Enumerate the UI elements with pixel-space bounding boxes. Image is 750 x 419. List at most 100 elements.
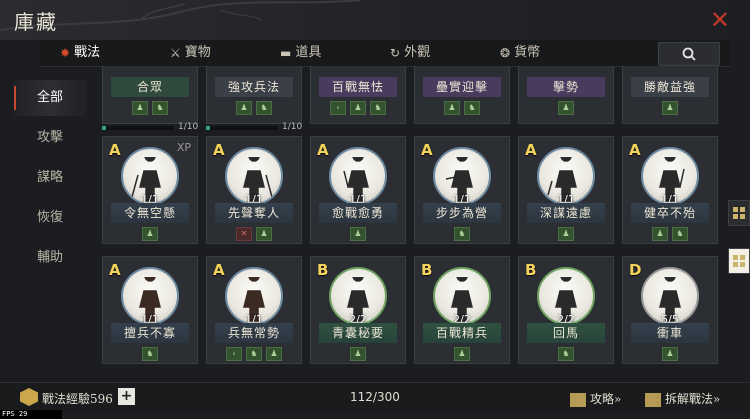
grade-badge: B — [525, 261, 537, 279]
decompose-icon — [645, 392, 661, 407]
skill-name: 回馬 — [527, 323, 605, 343]
tab-appearance[interactable]: ↻ 外觀 — [390, 40, 430, 66]
skill-card[interactable]: A 1/1 深謀遠慮 ♟ — [518, 136, 614, 244]
guide-label: 攻略» — [590, 392, 622, 406]
skill-card[interactable]: A 1/1 步步為營 ♞ — [414, 136, 510, 244]
skill-card[interactable]: 壘實迎擊 ♟ ♞ — [414, 66, 510, 124]
sidebar-item-attack[interactable]: 攻擊 — [14, 120, 86, 156]
arrow-icon: ‹ — [330, 101, 346, 115]
troop-icon: ♟ — [652, 227, 668, 241]
skill-tags: ♟ ♞ — [207, 101, 301, 115]
skill-tags: ♟ ♞ — [103, 101, 197, 115]
sidebar-item-support[interactable]: 輔助 — [14, 240, 86, 276]
tab-strategy[interactable]: ✸ 戰法 — [60, 40, 100, 66]
army-icon: ♞ — [454, 227, 470, 241]
skill-name: 百戰無怯 — [319, 77, 397, 97]
guide-icon — [570, 392, 586, 407]
tab-label: 道具 — [295, 45, 322, 60]
fps-counter: FPS 29 — [0, 410, 62, 419]
close-button[interactable]: ✕ — [710, 6, 730, 34]
general-portrait: 1/1 — [329, 147, 387, 205]
item-icon: ▬ — [280, 46, 292, 60]
skill-name: 兵無常勢 — [215, 323, 293, 343]
add-experience-button[interactable]: + — [118, 388, 135, 405]
general-portrait: 2/2 — [537, 267, 595, 325]
grade-badge: B — [317, 261, 329, 279]
tab-label: 戰法 — [74, 45, 101, 60]
skill-tags: ♟ — [519, 227, 613, 241]
general-portrait: 1/1 — [121, 267, 179, 325]
troop-icon: ♟ — [350, 227, 366, 241]
decompose-label: 拆解戰法» — [665, 392, 721, 406]
skill-card[interactable]: A 1/1 先聲奪人 ✕ ♟ — [206, 136, 302, 244]
troop-icon: ♟ — [350, 101, 366, 115]
page-title: 庫藏 — [14, 10, 58, 34]
skill-name: 擅兵不寡 — [111, 323, 189, 343]
tab-treasure[interactable]: ⚔ 寶物 — [170, 40, 211, 66]
top-bar: 庫藏 ✕ — [0, 0, 750, 40]
skill-name: 壘實迎擊 — [423, 77, 501, 97]
skill-name: 合眾 — [111, 77, 189, 97]
skill-card[interactable]: B 2/2 百戰精兵 ♟ — [414, 256, 510, 364]
sidebar-item-strategy[interactable]: 謀略 — [14, 160, 86, 196]
appearance-icon: ↻ — [390, 46, 401, 60]
skill-card[interactable]: D 5/5 衝車 ♟ — [622, 256, 718, 364]
treasure-icon: ⚔ — [170, 46, 181, 60]
skill-card[interactable]: 合眾 ♟ ♞ — [102, 66, 198, 124]
skill-name: 強攻兵法 — [215, 77, 293, 97]
general-portrait: 1/1 — [537, 147, 595, 205]
skill-tags: ♞ — [415, 227, 509, 241]
skill-name: 步步為營 — [423, 203, 501, 223]
general-portrait: 2/2 — [433, 267, 491, 325]
grid-view-icon — [733, 255, 745, 267]
skill-card[interactable]: A 1/1 愈戰愈勇 ♟ — [310, 136, 406, 244]
decompose-button[interactable]: 拆解戰法» — [645, 390, 720, 407]
grid-view-button[interactable] — [728, 248, 750, 274]
category-tabs: ✸ 戰法 ⚔ 寶物 ▬ 道具 ↻ 外觀 ❂ 貨幣 — [40, 40, 730, 67]
grade-badge: A — [213, 261, 225, 279]
army-icon: ♞ — [152, 101, 168, 115]
skill-card[interactable]: 強攻兵法 ♟ ♞ — [206, 66, 302, 124]
cross-icon: ✕ — [236, 227, 252, 241]
progress-bar — [206, 126, 278, 130]
strategy-experience: 戰法經驗596 — [42, 392, 113, 406]
skill-card[interactable]: A 1/1 健卒不殆 ♟ ♞ — [622, 136, 718, 244]
skill-card[interactable]: 勝敵益強 ♟ — [622, 66, 718, 124]
skill-name: 擊勢 — [527, 77, 605, 97]
view-toggle — [728, 200, 750, 310]
skill-card[interactable]: 百戰無怯 ‹ ♟ ♞ — [310, 66, 406, 124]
search-icon — [682, 47, 696, 61]
skill-card[interactable]: A 1/1 兵無常勢 ‹ ♞ ♟ — [206, 256, 302, 364]
list-view-button[interactable] — [728, 200, 750, 226]
tab-currency[interactable]: ❂ 貨幣 — [500, 40, 540, 66]
skill-tags: ♟ — [103, 227, 197, 241]
general-portrait: 5/5 — [641, 267, 699, 325]
xp-badge: XP — [176, 141, 191, 154]
army-icon: ♞ — [672, 227, 688, 241]
skill-card[interactable]: A 1/1 擅兵不寡 ♞ — [102, 256, 198, 364]
sidebar-item-recovery[interactable]: 恢復 — [14, 200, 86, 236]
general-portrait: 1/1 — [225, 147, 283, 205]
skill-tags: ♟ — [519, 101, 613, 115]
skill-name: 先聲奪人 — [215, 203, 293, 223]
skill-card[interactable]: 擊勢 ♟ — [518, 66, 614, 124]
experience-icon — [20, 388, 38, 406]
skill-card[interactable]: B 2/2 青囊秘要 ♟ — [310, 256, 406, 364]
skill-card[interactable]: A XP 1/1 令無空懸 ♟ — [102, 136, 198, 244]
skill-card[interactable]: B 2/2 回馬 ♞ — [518, 256, 614, 364]
category-sidebar: 全部 攻擊 謀略 恢復 輔助 — [0, 66, 92, 378]
progress-bar — [102, 126, 174, 130]
grade-badge: A — [213, 141, 225, 159]
tab-label: 外觀 — [404, 45, 431, 60]
army-icon: ♞ — [464, 101, 480, 115]
search-button[interactable] — [658, 42, 720, 66]
tab-items[interactable]: ▬ 道具 — [280, 40, 321, 66]
grade-badge: D — [629, 261, 642, 279]
progress-label: 1/10 — [178, 122, 199, 132]
skill-tags: ♞ — [519, 347, 613, 361]
arrow-icon: ‹ — [226, 347, 242, 361]
sidebar-item-all[interactable]: 全部 — [14, 80, 86, 116]
tab-label: 寶物 — [184, 45, 211, 60]
guide-button[interactable]: 攻略» — [570, 390, 621, 407]
progress-fill — [102, 126, 106, 130]
